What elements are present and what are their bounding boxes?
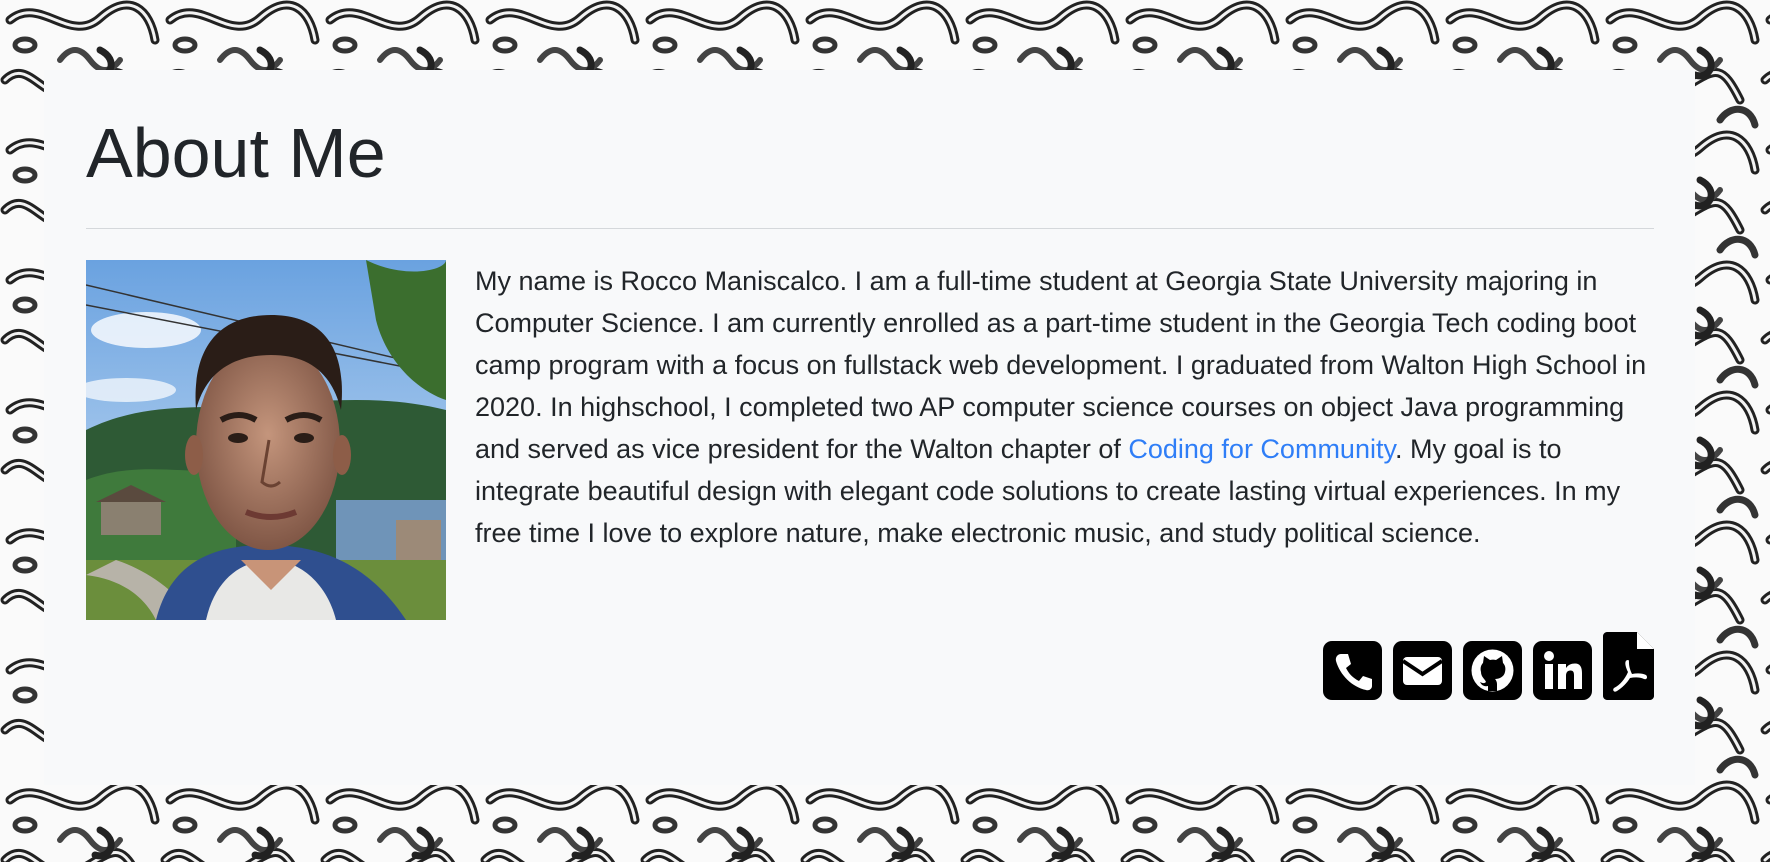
divider — [86, 228, 1654, 229]
coding-for-community-link[interactable]: Coding for Community — [1128, 434, 1395, 464]
pdf-file-icon[interactable] — [1603, 632, 1654, 700]
bio-paragraph: My name is Rocco Maniscalco. I am a full… — [475, 260, 1660, 554]
github-icon[interactable] — [1463, 641, 1522, 700]
contact-icons — [1323, 632, 1654, 700]
envelope-icon[interactable] — [1393, 641, 1452, 700]
linkedin-icon[interactable] — [1533, 641, 1592, 700]
profile-photo — [86, 260, 446, 620]
phone-icon[interactable] — [1323, 641, 1382, 700]
about-card: About Me My name is Rocco Maniscalco. I … — [44, 70, 1695, 785]
page-title: About Me — [86, 114, 386, 192]
